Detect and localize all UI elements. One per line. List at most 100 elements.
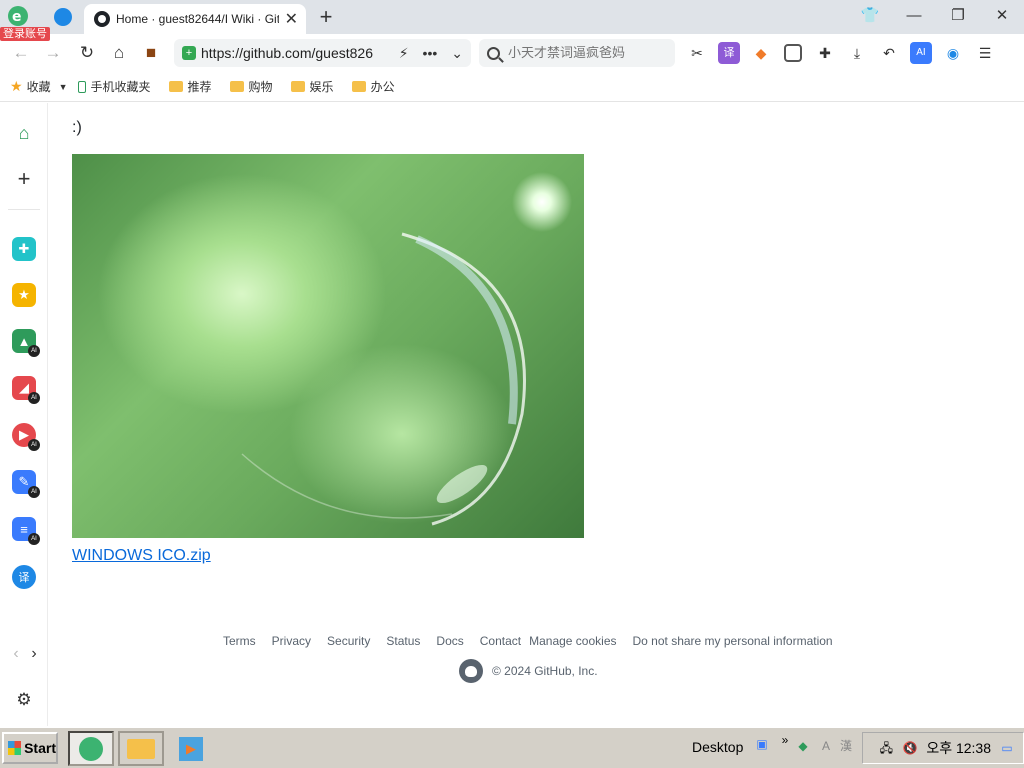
bookmark-office[interactable]: 办公	[351, 78, 395, 95]
extension-icons: ✂ 译 ◆ ✚ ⤓ ↶ AI ◉ ☰	[686, 42, 996, 64]
sidebar-next-icon[interactable]: ›	[22, 642, 46, 666]
bookmark-shopping[interactable]: 购物	[229, 78, 273, 95]
more-icon[interactable]: •••	[423, 45, 438, 62]
home-icon[interactable]: ⌂	[108, 42, 130, 64]
hanja-icon[interactable]: 漢	[838, 738, 854, 754]
search-icon	[487, 46, 500, 60]
tab-close-icon[interactable]: ✕	[285, 9, 298, 29]
scissors-icon[interactable]: ✂	[686, 42, 708, 64]
folder-icon	[168, 81, 183, 92]
login-badge[interactable]: 登录账号	[0, 27, 50, 41]
toolbar-overflow-icon[interactable]: »	[777, 732, 793, 748]
undo-icon[interactable]: ↶	[878, 42, 900, 64]
taskbar-browser-app[interactable]	[68, 731, 114, 766]
sidebar-medical-icon[interactable]: ✚	[12, 237, 36, 261]
search-box[interactable]	[479, 39, 675, 67]
puzzle-icon[interactable]: ✚	[814, 42, 836, 64]
sidebar-home-icon[interactable]: ⌂	[12, 121, 36, 145]
folder-icon	[351, 81, 366, 92]
tab-title: Home · guest82644/I Wiki · GitHub	[116, 12, 279, 26]
footer-link-terms[interactable]: Terms	[223, 634, 256, 648]
translate-ext-icon[interactable]: 译	[718, 42, 740, 64]
secure-shield-icon: +	[182, 46, 196, 60]
briefcase-icon[interactable]: ■	[140, 42, 162, 64]
footer-link-privacy[interactable]: Privacy	[272, 634, 311, 648]
sidebar-divider	[8, 209, 40, 210]
address-bar[interactable]: + https://github.com/guest82644/I/wiki ⚡…	[174, 39, 471, 67]
language-icon[interactable]: ◆	[795, 738, 811, 754]
footer-copyright: © 2024 GitHub, Inc.	[459, 659, 598, 683]
svg-text:e: e	[12, 9, 22, 25]
reload-icon[interactable]: ↻	[76, 42, 98, 64]
sidebar-ai-image-icon[interactable]: ▲ AI	[12, 329, 40, 357]
lightning-icon[interactable]: ⚡	[399, 45, 409, 62]
footer-link-contact[interactable]: Contact	[480, 634, 521, 648]
forward-icon[interactable]: →	[42, 42, 64, 64]
github-favicon-icon	[94, 11, 110, 27]
browser-app-icon	[79, 736, 103, 761]
bookmark-entertainment[interactable]: 娱乐	[290, 78, 334, 95]
browser-window: e 登录账号 Home · guest82644/I Wiki · GitHub…	[0, 0, 1024, 726]
network-icon[interactable]: 🖧	[878, 740, 894, 756]
footer-link-docs[interactable]: Docs	[436, 634, 463, 648]
navigation-toolbar: ← → ↻ ⌂ ■ + https://github.com/guest8264…	[0, 34, 1024, 72]
footer-link-manage-cookies[interactable]: Manage cookies	[529, 634, 616, 648]
bookmarks-bar: ★ 收藏 ▼ 手机收藏夹 推荐 购物 娱乐 办公	[0, 72, 1024, 102]
bookmark-favorites[interactable]: ★ 收藏	[10, 78, 51, 95]
chevron-down-icon[interactable]: ⌄	[451, 45, 463, 62]
monitor-icon[interactable]: ▭	[999, 740, 1015, 756]
sidebar-ai-video-icon[interactable]: ▶ AI	[12, 423, 40, 451]
sidebar-ai-write-icon[interactable]: ✎ AI	[12, 470, 40, 498]
footer-link-security[interactable]: Security	[327, 634, 370, 648]
url-text[interactable]: https://github.com/guest82644/I/wiki	[201, 45, 373, 61]
shirt-skin-icon[interactable]: 👕	[848, 0, 892, 30]
footer-links: Terms Privacy Security Status Docs Conta…	[223, 634, 849, 648]
sidebar-ai-doc-icon[interactable]: ≡ AI	[12, 517, 40, 545]
volume-muted-icon[interactable]: 🔇	[902, 740, 918, 756]
sidebar-ai-pdf-icon[interactable]: ◢ AI	[12, 376, 40, 404]
desktop-show-icon[interactable]: ▣	[754, 736, 770, 752]
ime-mode-icon[interactable]: A	[818, 738, 834, 754]
folder-icon	[229, 81, 244, 92]
menu-icon[interactable]: ☰	[974, 42, 996, 64]
taskbar-explorer-app[interactable]	[118, 731, 164, 766]
pinned-tab-icon[interactable]	[54, 8, 72, 26]
wiki-text: :)	[72, 119, 82, 136]
start-button[interactable]: Start	[2, 732, 58, 764]
game-ext-icon[interactable]: ◆	[750, 42, 772, 64]
copyright-text: © 2024 GitHub, Inc.	[492, 664, 598, 678]
phone-icon	[77, 80, 86, 93]
window-controls: 👕 — ❐ ✕	[848, 0, 1024, 30]
tab-strip: e 登录账号 Home · guest82644/I Wiki · GitHub…	[0, 0, 1024, 41]
restore-icon[interactable]: ❐	[936, 0, 980, 30]
taskbar-media-app[interactable]: ▶	[168, 731, 214, 766]
sidebar-translate-icon[interactable]: 译	[12, 565, 36, 589]
minimize-icon[interactable]: —	[892, 0, 936, 30]
tab-github-wiki[interactable]: Home · guest82644/I Wiki · GitHub ✕	[84, 4, 306, 34]
sidebar-settings-icon[interactable]: ⚙	[12, 688, 36, 712]
sync-icon[interactable]: ◉	[942, 42, 964, 64]
footer-link-do-not-share[interactable]: Do not share my personal information	[633, 634, 833, 648]
browser-logo-icon[interactable]: e	[6, 4, 32, 28]
folder-icon	[290, 81, 305, 92]
window-close-icon[interactable]: ✕	[980, 0, 1024, 30]
bookmark-recommend[interactable]: 推荐	[168, 78, 212, 95]
file-explorer-icon	[127, 738, 155, 759]
taskbar: Start ▶ Desktop ▣ » ◆ A 漢 🖧 🔇 오후 12:38 ▭	[0, 726, 1024, 768]
sidebar-favorites-icon[interactable]: ★	[12, 283, 36, 307]
bookmark-mobile-favorites[interactable]: 手机收藏夹	[77, 78, 151, 95]
desktop-toolbar-label[interactable]: Desktop	[692, 739, 743, 755]
github-logo-icon[interactable]	[459, 659, 483, 683]
new-tab-button[interactable]: +	[314, 4, 338, 30]
footer-link-status[interactable]: Status	[386, 634, 420, 648]
sidebar-add-icon[interactable]: +	[12, 166, 36, 191]
star-icon: ★	[10, 78, 23, 94]
search-input[interactable]	[508, 45, 658, 61]
favorites-dropdown-icon[interactable]: ▼	[59, 82, 68, 92]
system-clock[interactable]: 오후 12:38	[926, 738, 991, 758]
download-icon[interactable]: ⤓	[846, 42, 868, 64]
zip-download-link[interactable]: WINDOWS ICO.zip	[72, 547, 211, 565]
back-icon[interactable]: ←	[10, 42, 32, 64]
ai-icon[interactable]: AI	[910, 42, 932, 64]
reader-ext-icon[interactable]	[784, 44, 802, 62]
